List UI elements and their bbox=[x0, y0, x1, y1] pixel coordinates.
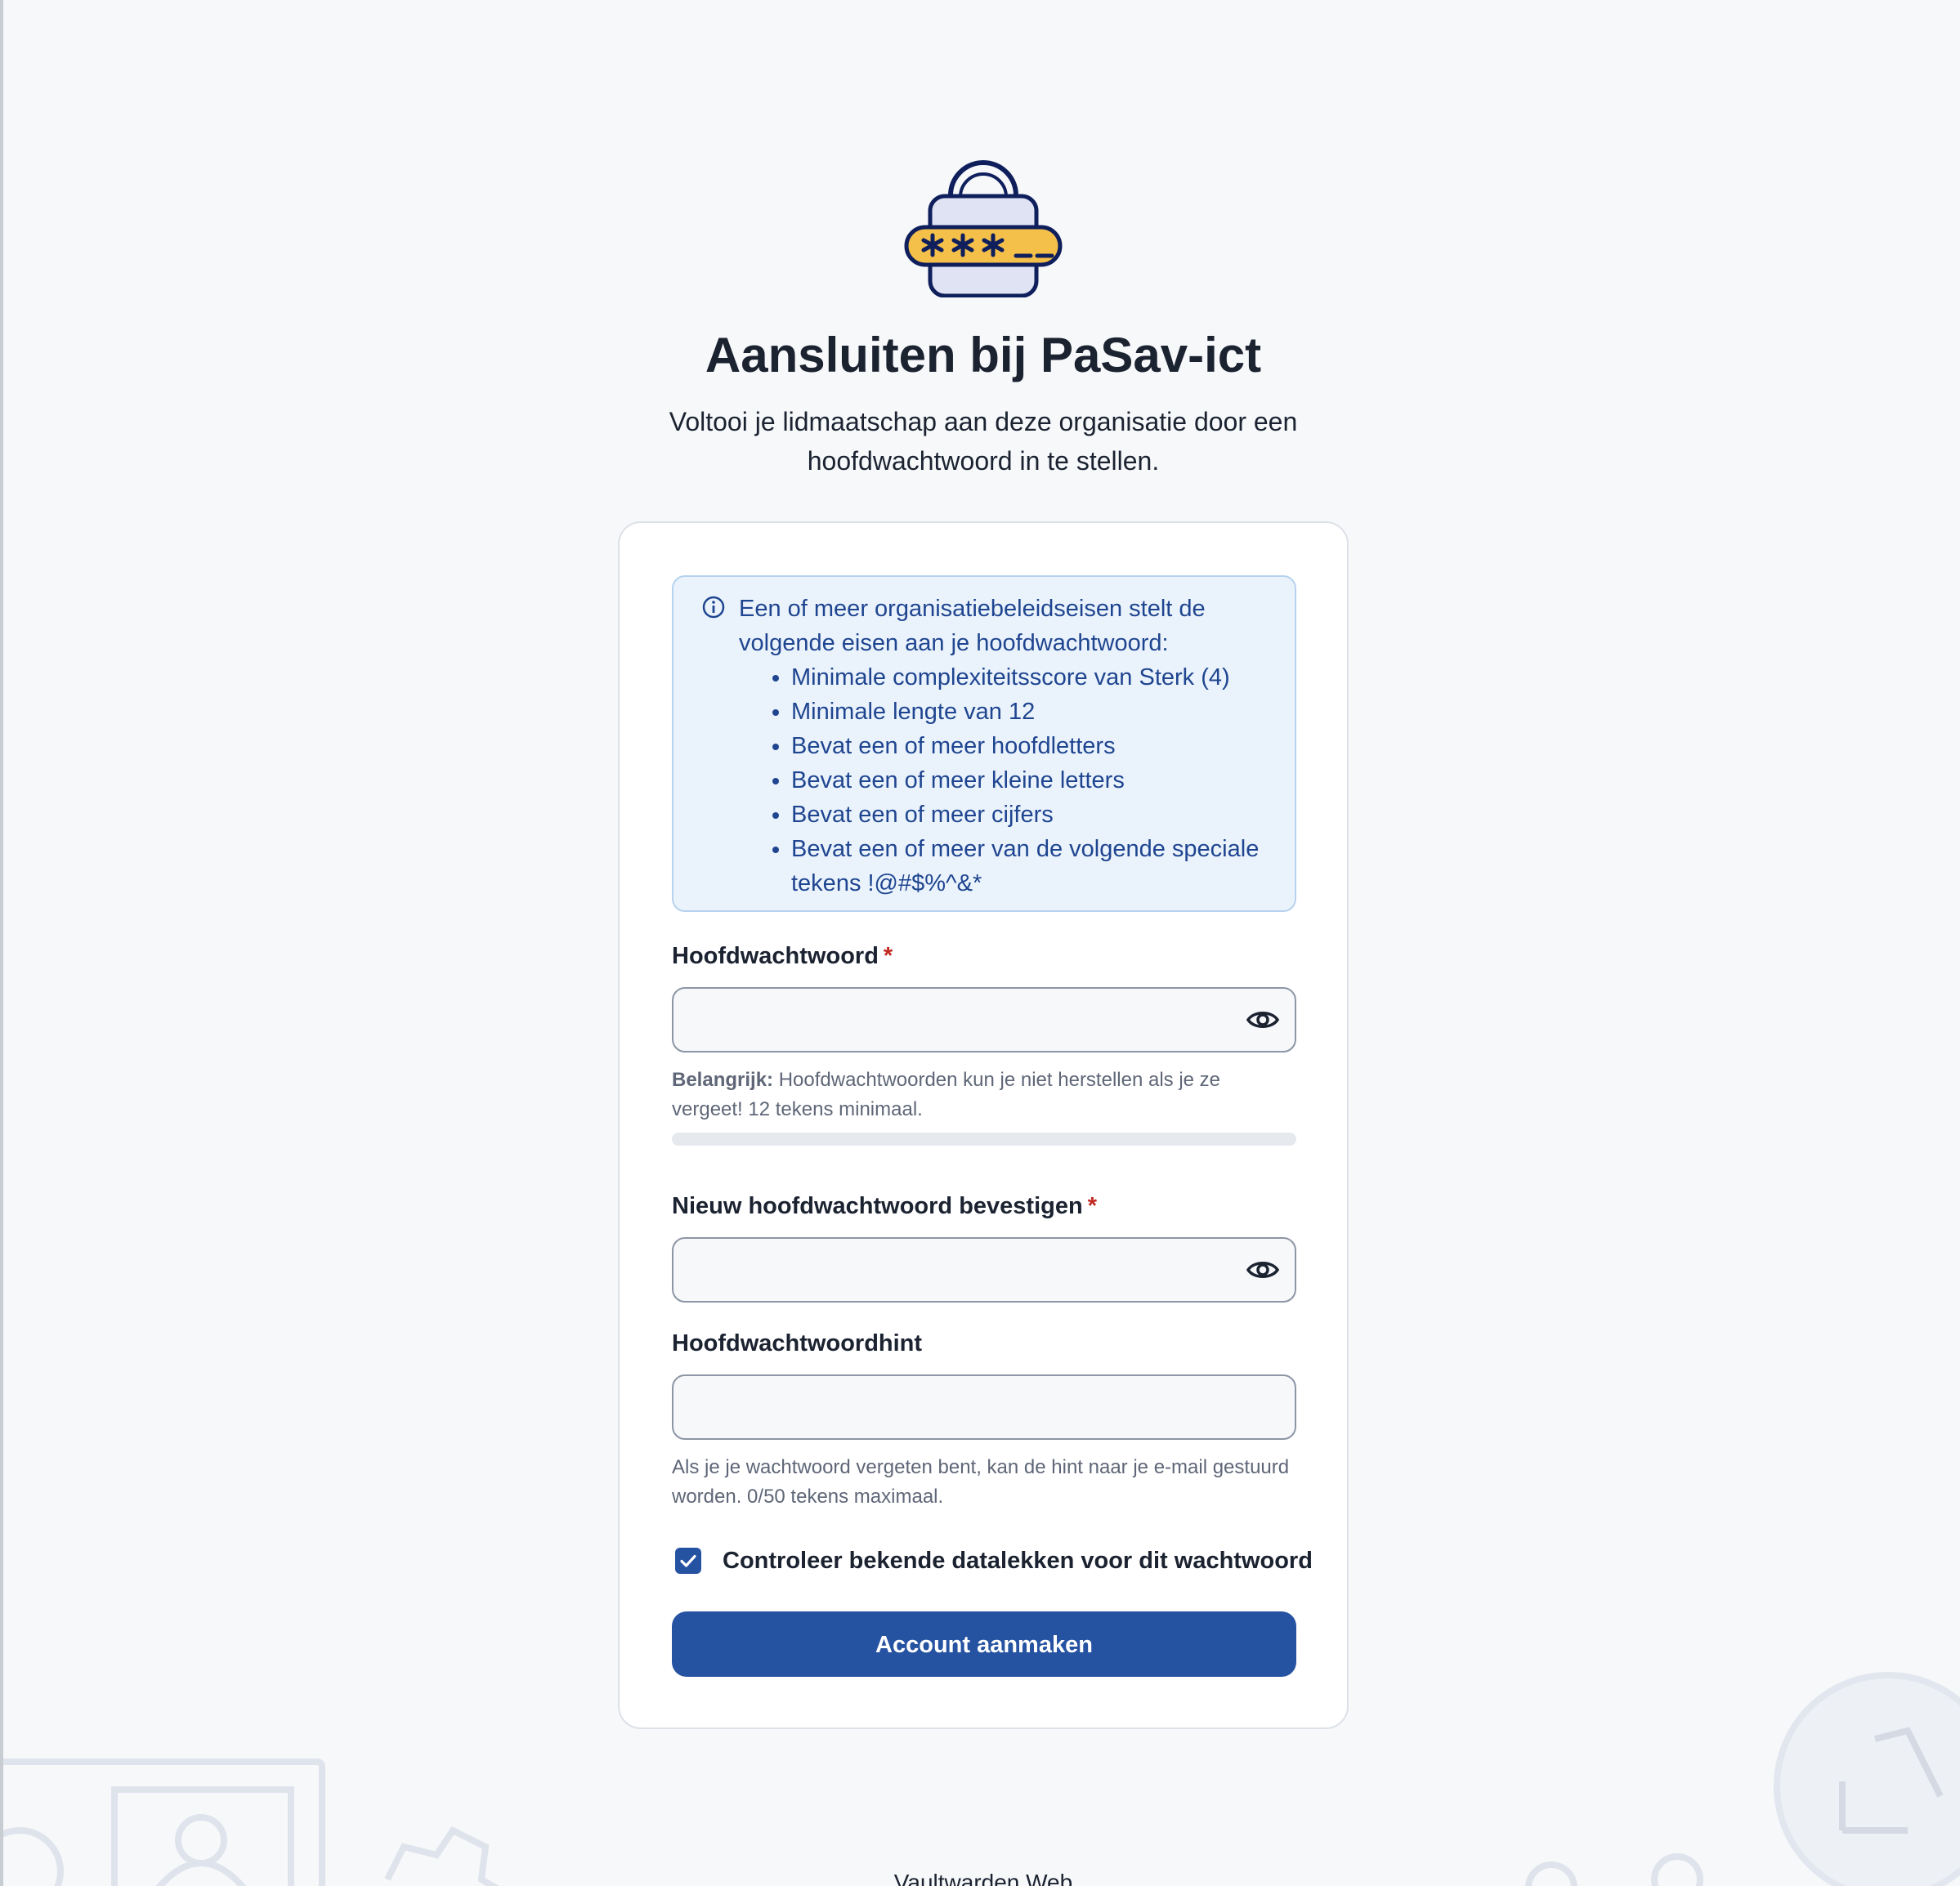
master-password-field[interactable] bbox=[672, 987, 1296, 1052]
footer-text: Vaultwarden Web bbox=[893, 1870, 1073, 1886]
password-strength-bar bbox=[672, 1133, 1296, 1146]
confirm-password-input[interactable] bbox=[693, 1239, 1219, 1303]
create-account-button[interactable]: Account aanmaken bbox=[672, 1611, 1296, 1677]
master-password-label-text: Hoofdwachtwoord bbox=[672, 943, 879, 969]
eye-icon[interactable] bbox=[1246, 1254, 1280, 1286]
join-form-card: Een of meer organisatiebeleidseisen stel… bbox=[618, 521, 1349, 1729]
master-password-label: Hoofdwachtwoord * bbox=[672, 940, 893, 972]
page: Aansluiten bij PaSav-ict Voltooi je lidm… bbox=[0, 0, 1960, 1886]
breach-check-row[interactable]: Controleer bekende datalekken voor dit w… bbox=[672, 1541, 1313, 1580]
lock-password-icon bbox=[904, 160, 1063, 297]
required-marker: * bbox=[1087, 1193, 1097, 1219]
master-password-help: Belangrijk: Hoofdwachtwoorden kun je nie… bbox=[672, 1066, 1296, 1124]
policy-item: Bevat een of meer kleine letters bbox=[791, 763, 1295, 798]
page-title: Aansluiten bij PaSav-ict bbox=[705, 328, 1262, 382]
policy-item: Bevat een of meer cijfers bbox=[791, 798, 1295, 832]
page-subtitle: Voltooi je lidmaatschap aan deze organis… bbox=[669, 407, 1298, 476]
required-marker: * bbox=[883, 943, 893, 969]
policy-item: Minimale lengte van 12 bbox=[791, 695, 1295, 729]
hint-help: Als je je wachtwoord vergeten bent, kan … bbox=[672, 1456, 1290, 1508]
eye-icon[interactable] bbox=[1246, 1003, 1280, 1036]
policy-item: Minimale complexiteitsscore van Sterk (4… bbox=[791, 660, 1295, 695]
hint-label: Hoofdwachtwoordhint bbox=[672, 1330, 923, 1356]
check-icon bbox=[680, 1554, 696, 1567]
help-important: Belangrijk: bbox=[672, 1069, 774, 1091]
confirm-password-field[interactable] bbox=[672, 1237, 1296, 1303]
policy-intro: Een of meer organisatiebeleidseisen stel… bbox=[739, 596, 1206, 656]
person-illustration bbox=[175, 1814, 227, 1866]
policy-list: Minimale complexiteitsscore van Sterk (4… bbox=[739, 660, 1295, 901]
hint-input[interactable] bbox=[693, 1376, 1219, 1440]
confirm-password-label: Nieuw hoofdwachtwoord bevestigen * bbox=[672, 1190, 1097, 1222]
hint-field[interactable] bbox=[672, 1374, 1296, 1440]
master-password-input[interactable] bbox=[693, 989, 1219, 1052]
policy-item: Bevat een of meer hoofdletters bbox=[791, 729, 1295, 763]
policy-callout: Een of meer organisatiebeleidseisen stel… bbox=[672, 575, 1296, 912]
breach-check-label[interactable]: Controleer bekende datalekken voor dit w… bbox=[723, 1544, 1313, 1577]
breach-checkbox[interactable] bbox=[675, 1548, 701, 1574]
info-icon bbox=[702, 596, 725, 619]
policy-item: Bevat een of meer van de volgende specia… bbox=[791, 832, 1295, 901]
confirm-password-label-text: Nieuw hoofdwachtwoord bevestigen bbox=[672, 1193, 1083, 1219]
